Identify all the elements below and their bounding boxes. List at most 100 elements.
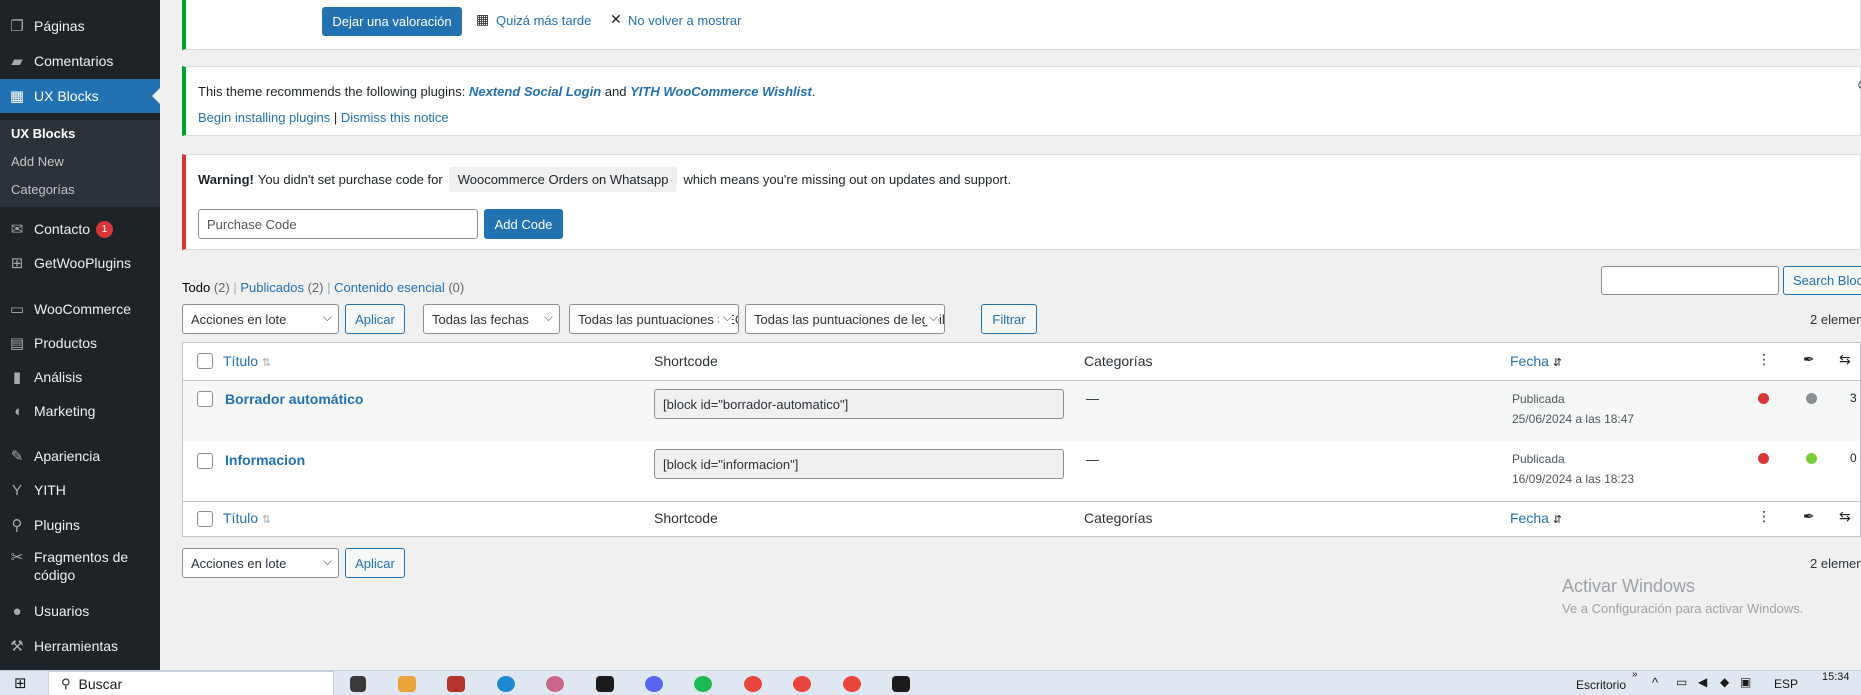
links-count: 0 [1850,451,1857,465]
menu-contact[interactable]: ✉ Contacto 1 [0,212,160,246]
taskbar-search[interactable]: ⚲ Buscar [48,671,334,695]
desktop-label[interactable]: Escritorio [1576,678,1626,692]
seo-filter-select[interactable]: Todas las puntuaciones SEO ⌵ [569,304,739,334]
plugin-link-nextend[interactable]: Nextend Social Login [469,84,601,99]
select-all-checkbox[interactable] [197,353,213,369]
shortcode-field[interactable]: [block id="borrador-automatico"] [654,389,1064,419]
windows-taskbar: ⊞ ⚲ Buscar Escritorio » ^ ▭ ◀ ◆ ▣ ESP 15… [0,669,1861,695]
warning-text: Warning! You didn't set purchase code fo… [198,167,1011,192]
menu-plugins[interactable]: ⚲ Plugins [0,508,160,542]
items-count-bottom: 2 elementos [1810,556,1861,571]
menu-appearance[interactable]: ✎ Apariencia [0,439,160,473]
column-date-footer[interactable]: Fecha ⇵ [1510,510,1562,526]
bulk-actions-select-bottom[interactable]: Acciones en lote ⌵ [182,548,339,578]
row-checkbox[interactable] [197,453,213,469]
menu-products[interactable]: ▤ Productos [0,326,160,360]
bulk-actions-select[interactable]: Acciones en lote ⌵ [182,304,339,334]
table-row: Informacion [block id="informacion"] — P… [183,441,1860,501]
row-status: Publicada [1512,452,1565,466]
column-title[interactable]: Título ⇅ [223,353,271,369]
user-icon: ● [12,602,22,620]
menu-code-snippets[interactable]: ✂ Fragmentos de código [0,548,160,592]
plugin-link-yith[interactable]: YITH WooCommerce Wishlist [630,84,812,99]
later-link[interactable]: Quizá más tarde [496,13,591,28]
search-input[interactable] [1601,266,1779,295]
discord-icon[interactable] [645,676,663,692]
begin-installing-link[interactable]: Begin installing plugins [198,110,330,125]
menu-pages[interactable]: ❐ Páginas [0,9,160,43]
capcut-icon[interactable] [596,676,614,692]
file-explorer-icon[interactable] [398,676,416,692]
menu-yith[interactable]: Y YITH [0,473,160,507]
megaphone-icon: ◖ [12,402,22,420]
menu-getwooplugins[interactable]: ⊞ GetWooPlugins [0,246,160,280]
submenu-add-new[interactable]: Add New [11,154,64,169]
menu-comments[interactable]: ▰ Comentarios [0,44,160,78]
search-button[interactable]: Search Blocks [1783,266,1861,295]
clock-time[interactable]: 15:34 [1822,671,1850,683]
view-published[interactable]: Publicados [240,280,304,295]
scissors-icon: ✂ [10,549,24,566]
language-indicator[interactable]: ESP [1774,677,1798,691]
menu-marketing[interactable]: ◖ Marketing [0,394,160,428]
submenu-ux-blocks[interactable]: UX Blocks [11,126,75,141]
menu-analytics[interactable]: ▮ Análisis [0,360,160,394]
search-icon: ⚲ [61,675,71,691]
dismiss-notice-link[interactable]: Dismiss this notice [341,110,449,125]
app-icon[interactable] [447,676,465,692]
apply-button-bottom[interactable]: Aplicar [345,548,405,578]
select-all-checkbox-footer[interactable] [197,511,213,527]
purchase-code-input[interactable]: Purchase Code [198,209,478,239]
links-icon[interactable]: ⇆ [1839,351,1851,368]
view-all[interactable]: Todo [182,280,210,295]
readability-icon[interactable]: ✒ [1803,508,1815,525]
rate-button[interactable]: Dejar una valoración [322,7,462,36]
chart-icon: ▮ [12,369,22,386]
sort-icon: ⇅ [261,514,272,526]
menu-tools[interactable]: ⚒ Herramientas [0,629,160,663]
add-code-button[interactable]: Add Code [484,209,563,239]
menu-woocommerce[interactable]: ▭ WooCommerce [0,292,160,326]
date-filter-select[interactable]: Todas las fechas ⌵ [423,304,560,334]
submenu-categories[interactable]: Categorías [11,182,75,197]
network-icon[interactable]: ▭ [1676,675,1687,689]
filter-button[interactable]: Filtrar [981,304,1037,334]
brush-icon: ✎ [10,448,24,465]
spotify-icon[interactable] [694,676,712,692]
comments-icon: ▰ [11,53,23,70]
links-icon[interactable]: ⇆ [1839,508,1851,525]
edge-icon[interactable] [497,676,515,692]
volume-icon[interactable]: ◀ [1698,675,1707,689]
shortcode-field[interactable]: [block id="informacion"] [654,449,1064,479]
never-show-link[interactable]: No volver a mostrar [628,13,741,28]
seo-score-icon[interactable]: ⋮ [1757,508,1771,525]
chrome-icon[interactable] [793,676,811,692]
seo-score-icon[interactable]: ⋮ [1757,351,1771,368]
column-categories-footer: Categorías [1084,510,1153,526]
readability-filter-select[interactable]: Todas las puntuaciones de legibilidad⌵ [745,304,945,334]
chrome-icon[interactable] [744,676,762,692]
column-title-footer[interactable]: Título ⇅ [223,510,271,526]
row-status: Publicada [1512,392,1565,406]
column-date[interactable]: Fecha ⇵ [1510,353,1562,369]
menu-users[interactable]: ● Usuarios [0,594,160,628]
archive-icon: ▤ [9,335,25,352]
row-title-link[interactable]: Borrador automático [225,391,363,407]
readability-icon[interactable]: ✒ [1803,351,1815,368]
app-tray-icon[interactable]: ▣ [1740,675,1751,689]
dropbox-icon[interactable]: ◆ [1720,675,1729,689]
task-view-icon[interactable] [350,676,366,692]
capcut-icon[interactable] [892,676,910,692]
menu-ux-blocks[interactable]: ▦ UX Blocks [0,79,160,113]
view-cornerstone[interactable]: Contenido esencial [334,280,445,295]
chrome-icon[interactable] [843,676,861,692]
apply-button[interactable]: Aplicar [345,304,405,334]
plug-icon: ⚲ [11,517,23,534]
dismiss-icon[interactable]: ⊗ [1857,77,1861,93]
app-icon[interactable] [546,676,564,692]
windows-start-icon[interactable]: ⊞ [14,674,27,692]
tray-overflow-icon[interactable]: ^ [1652,675,1658,690]
row-checkbox[interactable] [197,391,213,407]
row-title-link[interactable]: Informacion [225,452,305,468]
wrench-icon: ⚒ [10,638,24,655]
